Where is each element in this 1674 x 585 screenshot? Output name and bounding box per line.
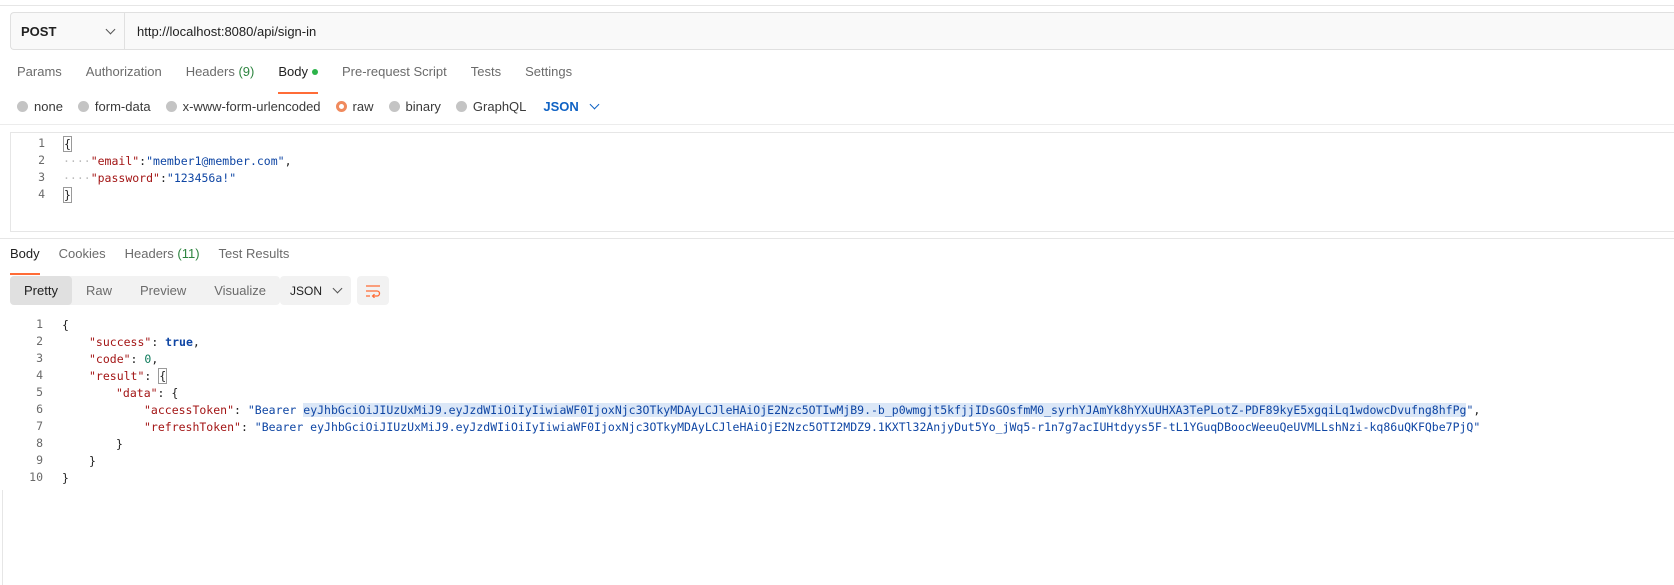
line-number: 4 [38, 187, 45, 201]
radio-binary[interactable]: binary [388, 99, 441, 114]
url-text: http://localhost:8080/api/sign-in [137, 23, 317, 39]
line-number: 2 [38, 153, 45, 167]
response-headers-count: (11) [177, 246, 200, 261]
divider [2, 490, 3, 585]
chevron-down-icon [332, 283, 343, 294]
radio-none[interactable]: none [17, 99, 63, 114]
url-input[interactable]: http://localhost:8080/api/sign-in [125, 13, 316, 49]
code-line: "refreshToken": "Bearer eyJhbGciOiJIUzUx… [144, 420, 1481, 434]
line-number: 3 [36, 351, 43, 365]
line-number: 1 [36, 317, 43, 331]
method-label: POST [21, 23, 57, 39]
line-number: 1 [38, 136, 45, 150]
view-mode-switch: Pretty Raw Preview Visualize [10, 276, 281, 305]
line-number: 9 [36, 453, 43, 467]
wrap-lines-icon [366, 284, 381, 298]
tab-pre-request-script[interactable]: Pre-request Script [342, 62, 447, 88]
response-tab-cookies[interactable]: Cookies [59, 245, 106, 269]
radio-icon [388, 100, 400, 112]
code-line: "accessToken": "Bearer eyJhbGciOiJIUzUxM… [144, 403, 1481, 417]
tab-params[interactable]: Params [17, 62, 62, 88]
line-number: 4 [36, 368, 43, 382]
code-line: } [89, 454, 96, 468]
request-body-editor[interactable]: 1 2 3 4 { ····"email":"member1@member.co… [10, 132, 1674, 232]
view-preview-button[interactable]: Preview [126, 276, 200, 305]
radio-graphql[interactable]: GraphQL [455, 99, 526, 114]
line-number: 8 [36, 436, 43, 450]
line-number: 2 [36, 334, 43, 348]
tab-tests[interactable]: Tests [471, 62, 501, 88]
line-number: 7 [36, 419, 43, 433]
tab-settings[interactable]: Settings [525, 62, 572, 88]
code-line: "data": { [116, 386, 179, 400]
code-line: "code": 0, [89, 352, 159, 366]
line-number: 10 [29, 470, 43, 484]
body-active-dot-icon [311, 69, 318, 75]
body-format-select[interactable]: JSON [543, 99, 600, 114]
line-number: 3 [38, 170, 45, 184]
response-tabs: Body Cookies Headers (11) Test Results [10, 245, 308, 275]
tab-body[interactable]: Body [278, 62, 318, 94]
divider [0, 124, 1674, 125]
radio-icon [455, 100, 467, 112]
response-tab-body[interactable]: Body [10, 245, 40, 275]
selected-token-text: eyJhbGciOiJIUzUxMiJ9.eyJzdWIiOiIyIiwiaWF… [303, 403, 1467, 417]
radio-icon [165, 100, 177, 112]
method-select[interactable]: POST [11, 13, 125, 49]
line-number: 6 [36, 402, 43, 416]
code-line: } [63, 187, 72, 203]
code-line: "result": { [89, 368, 168, 384]
chevron-down-icon [105, 24, 116, 34]
response-format-select[interactable]: JSON [280, 276, 351, 305]
response-tab-test-results[interactable]: Test Results [219, 245, 290, 269]
line-number: 5 [36, 385, 43, 399]
radio-icon [17, 100, 28, 112]
code-line: "success": true, [89, 335, 200, 349]
request-tabs: Params Authorization Headers (9) Body Pr… [17, 62, 596, 94]
code-line: } [116, 437, 123, 451]
radio-form-data[interactable]: form-data [77, 99, 151, 114]
radio-checked-icon [335, 100, 347, 112]
tab-headers[interactable]: Headers (9) [186, 62, 255, 88]
headers-count: (9) [238, 64, 255, 79]
code-line: { [63, 136, 72, 152]
wrap-lines-button[interactable] [357, 276, 389, 305]
divider [0, 238, 1674, 239]
body-type-options: none form-data x-www-form-urlencoded raw… [17, 96, 600, 116]
view-visualize-button[interactable]: Visualize [200, 276, 280, 305]
code-line: } [62, 471, 69, 485]
response-tab-headers[interactable]: Headers (11) [125, 245, 200, 269]
view-raw-button[interactable]: Raw [72, 276, 126, 305]
radio-raw[interactable]: raw [335, 99, 374, 114]
radio-x-www-form-urlencoded[interactable]: x-www-form-urlencoded [165, 99, 321, 114]
url-bar: POST http://localhost:8080/api/sign-in [10, 12, 1674, 50]
radio-icon [77, 100, 89, 112]
response-body-viewer[interactable]: 1 2 3 4 5 6 7 8 9 10 { "success": true, … [0, 315, 1674, 495]
tab-authorization[interactable]: Authorization [86, 62, 162, 88]
code-line: { [62, 318, 69, 332]
code-line: ····"password":"123456a!" [63, 171, 237, 185]
view-pretty-button[interactable]: Pretty [10, 276, 72, 305]
top-divider [0, 5, 1674, 6]
code-line: ····"email":"member1@member.com", [63, 154, 292, 168]
chevron-down-icon [589, 99, 600, 109]
